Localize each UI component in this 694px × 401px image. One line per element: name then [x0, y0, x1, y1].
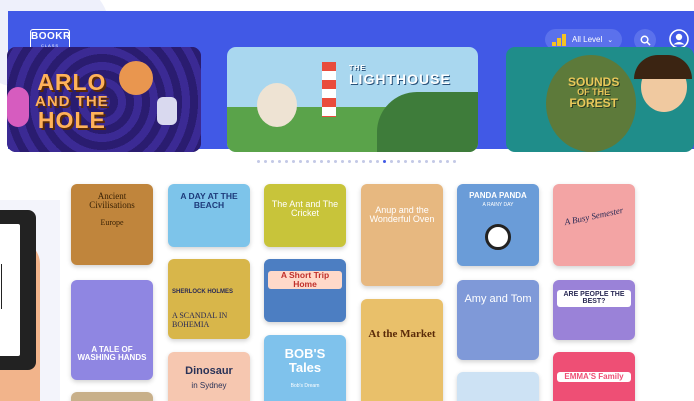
carousel-dot[interactable] — [257, 160, 260, 163]
banner-arlo-and-the-hole[interactable]: ARLO AND THE HOLE — [7, 47, 201, 152]
book-title: SHERLOCK HOLMES — [172, 289, 234, 295]
barcode-art — [0, 264, 2, 309]
carousel-dot[interactable] — [411, 160, 414, 163]
book-the-ant-and-the-cricket[interactable]: The Ant and The Cricket — [264, 184, 346, 247]
search-icon — [640, 35, 651, 46]
hair-art — [634, 55, 692, 79]
book-title: A Busy Semester — [563, 204, 625, 228]
book-title: A TALE OF WASHING HANDS — [77, 345, 147, 363]
carousel-dot[interactable] — [355, 160, 358, 163]
book-are-people-the-best[interactable]: ARE PEOPLE THE BEST? — [553, 280, 635, 340]
carousel-dot[interactable] — [348, 160, 351, 163]
book-title: Ancient Civilisations — [89, 191, 135, 211]
mouse-character-art — [257, 83, 297, 127]
carousel-dot[interactable] — [425, 160, 428, 163]
book-partial[interactable] — [71, 392, 153, 401]
book-bobs-tales[interactable]: BOB'S Tales Bob's Dream — [264, 335, 346, 401]
carousel-dot[interactable] — [390, 160, 393, 163]
carousel-dot[interactable] — [299, 160, 302, 163]
book-partial[interactable] — [457, 372, 539, 401]
phone-screen — [0, 224, 20, 356]
book-title: Dinosaur — [185, 365, 233, 377]
panda-art — [485, 224, 511, 250]
carousel-dot[interactable] — [446, 160, 449, 163]
carousel-dot[interactable] — [369, 160, 372, 163]
book-anup-and-the-wonderful-oven[interactable]: Anup and the Wonderful Oven — [361, 184, 443, 286]
book-title: PANDA PANDA — [469, 191, 527, 200]
carousel-dot[interactable] — [418, 160, 421, 163]
book-title: BOB'S Tales — [284, 346, 326, 375]
book-title: Amy and Tom — [464, 293, 532, 305]
book-title: A DAY AT THE BEACH — [180, 191, 238, 210]
book-subtitle: A RAINY DAY — [482, 202, 514, 208]
lighthouse-art — [322, 62, 336, 117]
book-a-day-at-the-beach[interactable]: A DAY AT THE BEACH — [168, 184, 250, 247]
carousel-dot[interactable] — [404, 160, 407, 163]
book-at-the-market[interactable]: At the Market — [361, 299, 443, 401]
level-bars-icon — [552, 33, 566, 46]
book-title: EMMA'S Family — [557, 372, 631, 383]
phone-illustration — [0, 210, 36, 370]
book-ancient-civilisations[interactable]: Ancient Civilisations Europe — [71, 184, 153, 265]
carousel-dots — [257, 160, 456, 163]
book-subtitle: A SCANDAL IN BOHEMIA — [172, 311, 228, 329]
user-icon — [669, 29, 689, 49]
book-a-tale-of-washing-hands[interactable]: A TALE OF WASHING HANDS — [71, 280, 153, 380]
carousel-dot[interactable] — [271, 160, 274, 163]
chevron-down-icon: ⌄ — [607, 36, 614, 44]
carousel-dot[interactable] — [292, 160, 295, 163]
character-art — [7, 87, 29, 127]
book-sherlock-holmes[interactable]: SHERLOCK HOLMES A SCANDAL IN BOHEMIA — [168, 259, 250, 339]
book-a-busy-semester[interactable]: A Busy Semester — [553, 184, 635, 266]
logo-text: BOOKR — [31, 31, 71, 42]
banner-title: THE LIGHTHOUSE — [349, 65, 451, 87]
book-dinosaur-in-sydney[interactable]: Dinosaur in Sydney — [168, 352, 250, 401]
carousel-dot[interactable] — [376, 160, 379, 163]
banner-title: ARLO AND THE HOLE — [35, 69, 109, 133]
book-title: A Short Trip Home — [268, 271, 342, 289]
banner-lighthouse[interactable]: THE LIGHTHOUSE — [227, 47, 478, 152]
carousel-dot[interactable] — [334, 160, 337, 163]
carousel-dot[interactable] — [383, 160, 386, 163]
book-subtitle: Bob's Dream — [290, 383, 320, 389]
book-a-short-trip-home[interactable]: A Short Trip Home — [264, 259, 346, 322]
level-label: All Level — [572, 35, 603, 44]
book-subtitle: in Sydney — [191, 381, 227, 390]
book-subtitle: Europe — [100, 218, 124, 227]
book-title: At the Market — [368, 328, 436, 340]
hill-art — [377, 92, 478, 152]
carousel-dot[interactable] — [285, 160, 288, 163]
carousel-dot[interactable] — [320, 160, 323, 163]
character-art — [119, 61, 153, 95]
carousel-dot[interactable] — [264, 160, 267, 163]
book-emmas-family[interactable]: EMMA'S Family — [553, 352, 635, 401]
book-title: ARE PEOPLE THE BEST? — [557, 290, 631, 307]
book-panda-panda[interactable]: PANDA PANDA A RAINY DAY — [457, 184, 539, 266]
carousel-dot[interactable] — [362, 160, 365, 163]
carousel-dot[interactable] — [327, 160, 330, 163]
book-title: Anup and the Wonderful Oven — [369, 205, 435, 225]
carousel-dot[interactable] — [341, 160, 344, 163]
carousel-dot[interactable] — [278, 160, 281, 163]
robot-art — [157, 97, 177, 125]
carousel-dot[interactable] — [306, 160, 309, 163]
book-title: The Ant and The Cricket — [271, 199, 339, 219]
banner-title: SOUNDS OF THE FOREST — [568, 75, 620, 110]
book-amy-and-tom[interactable]: Amy and Tom — [457, 280, 539, 360]
app-stage: BOOKR CLASS All Level ⌄ ARLO AND THE HOL… — [0, 0, 694, 401]
carousel-dot[interactable] — [313, 160, 316, 163]
carousel-dot[interactable] — [432, 160, 435, 163]
carousel-dot[interactable] — [397, 160, 400, 163]
carousel-dot[interactable] — [439, 160, 442, 163]
carousel-dot[interactable] — [453, 160, 456, 163]
